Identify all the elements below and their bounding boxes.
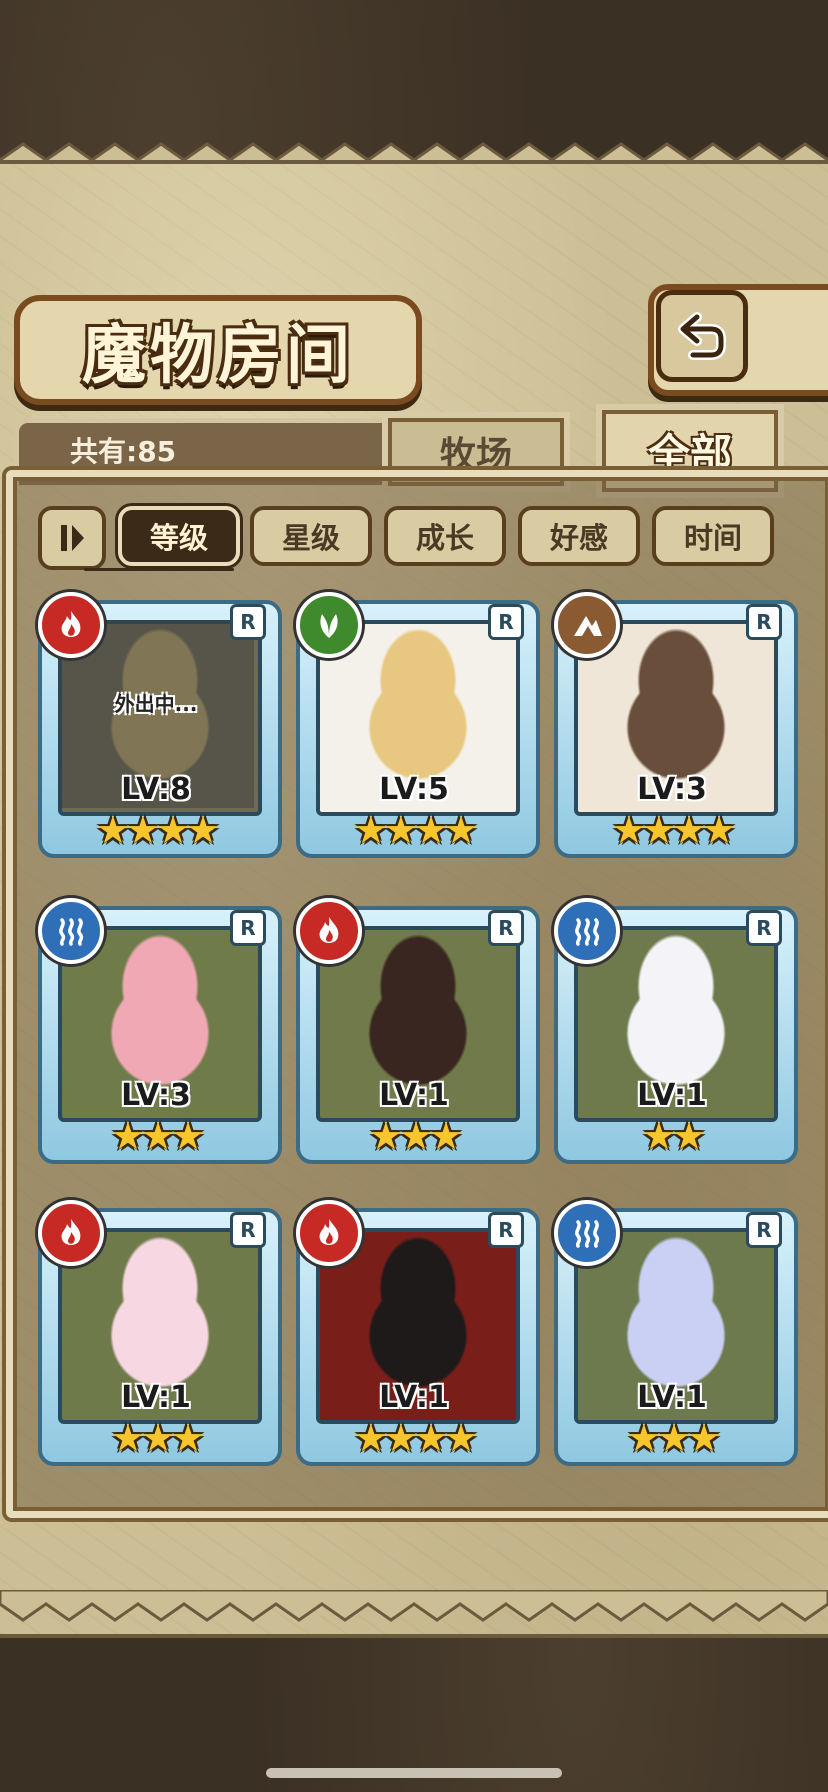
sort-affection-button[interactable]: 好感 bbox=[518, 506, 640, 566]
sort-level-button[interactable]: 等级 bbox=[118, 506, 240, 566]
star-rating: ★★★★ bbox=[611, 808, 736, 852]
home-indicator bbox=[266, 1768, 562, 1778]
back-arrow-icon bbox=[678, 312, 726, 360]
monster-card[interactable]: R LV:1 ★★★ bbox=[296, 898, 540, 1164]
sort-growth-button[interactable]: 成长 bbox=[384, 506, 506, 566]
fire-icon bbox=[38, 592, 104, 658]
page-title: 魔物房间 bbox=[82, 318, 354, 393]
level-label: LV:5 bbox=[379, 772, 449, 807]
rank-badge: R bbox=[230, 910, 266, 946]
monster-count: 共有:85 bbox=[70, 435, 177, 468]
star-rating: ★★★ bbox=[368, 1114, 463, 1158]
monster-card[interactable]: R LV:1 ★★★ bbox=[38, 1200, 282, 1466]
level-label: LV:3 bbox=[121, 1078, 191, 1113]
level-label: LV:1 bbox=[379, 1380, 449, 1415]
level-label: LV:1 bbox=[637, 1078, 707, 1113]
level-label: LV:1 bbox=[121, 1380, 191, 1415]
fire-icon bbox=[296, 1200, 362, 1266]
title-plaque: 魔物房间 bbox=[14, 295, 422, 405]
level-label: LV:1 bbox=[637, 1380, 707, 1415]
level-label: LV:8 bbox=[121, 772, 191, 807]
monster-card[interactable]: R LV:3 ★★★★ bbox=[554, 592, 798, 858]
monster-card[interactable]: R LV:5 ★★★★ bbox=[296, 592, 540, 858]
monster-card[interactable]: R 外出中... LV:8 ★★★★ bbox=[38, 592, 282, 858]
star-rating: ★★★★ bbox=[353, 808, 478, 852]
star-rating: ★★★★ bbox=[95, 808, 220, 852]
zigzag-edge-bottom bbox=[0, 1590, 828, 1622]
fire-icon bbox=[296, 898, 362, 964]
water-icon bbox=[38, 898, 104, 964]
water-icon bbox=[554, 1200, 620, 1266]
star-rating: ★★ bbox=[641, 1114, 706, 1158]
sort-time-button[interactable]: 时间 bbox=[652, 506, 774, 566]
rank-badge: R bbox=[230, 1212, 266, 1248]
water-icon bbox=[554, 898, 620, 964]
monster-card[interactable]: R LV:3 ★★★ bbox=[38, 898, 282, 1164]
monster-card[interactable]: R LV:1 ★★ bbox=[554, 898, 798, 1164]
status-text: 外出中... bbox=[114, 692, 198, 716]
rank-badge: R bbox=[746, 1212, 782, 1248]
fire-icon bbox=[38, 1200, 104, 1266]
level-label: LV:3 bbox=[637, 772, 707, 807]
star-rating: ★★★ bbox=[110, 1114, 205, 1158]
rank-badge: R bbox=[488, 604, 524, 640]
monster-card[interactable]: R LV:1 ★★★★ bbox=[296, 1200, 540, 1466]
sort-underline bbox=[84, 568, 234, 571]
rank-badge: R bbox=[746, 910, 782, 946]
rank-badge: R bbox=[230, 604, 266, 640]
star-rating: ★★★ bbox=[110, 1416, 205, 1460]
star-rating: ★★★★ bbox=[353, 1416, 478, 1460]
level-label: LV:1 bbox=[379, 1078, 449, 1113]
sort-order-icon bbox=[61, 525, 84, 551]
earth-icon bbox=[554, 592, 620, 658]
rank-badge: R bbox=[488, 1212, 524, 1248]
star-rating: ★★★ bbox=[626, 1416, 721, 1460]
rank-badge: R bbox=[746, 604, 782, 640]
back-button[interactable] bbox=[656, 290, 748, 382]
sort-order-toggle[interactable] bbox=[38, 506, 106, 570]
sort-star-button[interactable]: 星级 bbox=[250, 506, 372, 566]
rank-badge: R bbox=[488, 910, 524, 946]
leaf-icon bbox=[296, 592, 362, 658]
monster-card[interactable]: R LV:1 ★★★ bbox=[554, 1200, 798, 1466]
